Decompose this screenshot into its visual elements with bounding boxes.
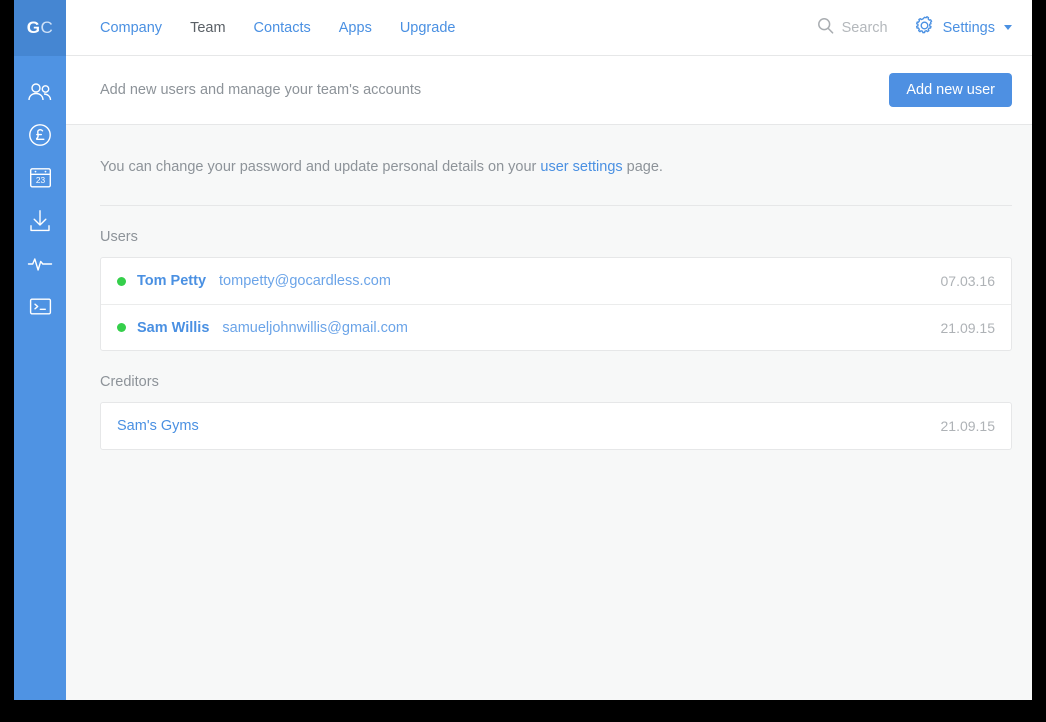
- logo-letter-g: G: [26, 18, 41, 37]
- add-new-user-button[interactable]: Add new user: [889, 73, 1012, 107]
- sidebar-item-developer[interactable]: [14, 285, 66, 328]
- main-column: Company Team Contacts Apps Upgrade Searc…: [66, 0, 1032, 700]
- sidebar-item-exports[interactable]: [14, 199, 66, 242]
- creditor-name: Sam's Gyms: [117, 418, 199, 434]
- user-email: samueljohnwillis@gmail.com: [222, 319, 408, 336]
- logo-letter-c: C: [40, 18, 54, 37]
- nav-right-group: Search Settings: [817, 15, 1012, 41]
- table-row[interactable]: Tom Petty tompetty@gocardless.com 07.03.…: [101, 258, 1011, 304]
- user-name: Sam Willis: [137, 319, 210, 336]
- icon-sidebar: GC 23: [14, 0, 66, 700]
- svg-text:23: 23: [35, 175, 45, 185]
- nav-link-upgrade[interactable]: Upgrade: [400, 20, 456, 36]
- user-settings-link[interactable]: user settings: [540, 159, 622, 175]
- table-row[interactable]: Sam's Gyms 21.09.15: [101, 403, 1011, 449]
- user-email: tompetty@gocardless.com: [219, 273, 391, 289]
- settings-menu[interactable]: Settings: [914, 15, 1012, 41]
- nav-link-company[interactable]: Company: [100, 20, 162, 36]
- search-placeholder: Search: [841, 19, 888, 36]
- user-date: 07.03.16: [940, 273, 996, 289]
- pound-circle-icon: [28, 123, 52, 147]
- app-logo[interactable]: GC: [14, 0, 66, 56]
- creditor-date: 21.09.15: [940, 418, 996, 434]
- helper-text-before: You can change your password and update …: [100, 159, 541, 175]
- user-name: Tom Petty: [137, 273, 207, 289]
- creditors-section-title: Creditors: [100, 374, 159, 390]
- users-icon: [27, 82, 53, 102]
- users-section-title: Users: [100, 229, 138, 245]
- helper-text: You can change your password and update …: [100, 125, 1012, 175]
- calendar-23-icon: 23: [29, 166, 52, 189]
- user-date: 21.09.15: [940, 319, 996, 336]
- nav-link-contacts[interactable]: Contacts: [254, 20, 311, 36]
- sidebar-item-users[interactable]: [14, 70, 66, 113]
- nav-link-team[interactable]: Team: [190, 20, 225, 36]
- sidebar-item-payments[interactable]: [14, 113, 66, 156]
- search-input[interactable]: Search: [817, 17, 888, 39]
- nav-link-apps[interactable]: Apps: [339, 20, 372, 36]
- sidebar-item-activity[interactable]: [14, 242, 66, 285]
- terminal-icon: [29, 297, 52, 316]
- top-navigation: Company Team Contacts Apps Upgrade Searc…: [66, 0, 1032, 56]
- section-divider: [100, 205, 1012, 206]
- subheader-description: Add new users and manage your team's acc…: [100, 82, 422, 98]
- users-list: Tom Petty tompetty@gocardless.com 07.03.…: [100, 257, 1012, 351]
- status-badge: [117, 276, 126, 286]
- creditors-list: Sam's Gyms 21.09.15: [100, 402, 1012, 450]
- helper-text-after: page.: [622, 159, 663, 175]
- status-badge: [117, 323, 126, 332]
- search-icon: [817, 17, 834, 39]
- activity-pulse-icon: [27, 254, 53, 274]
- download-icon: [29, 209, 51, 233]
- settings-label: Settings: [942, 19, 995, 36]
- page-content: You can change your password and update …: [66, 125, 1032, 700]
- nav-link-group: Company Team Contacts Apps Upgrade: [100, 20, 455, 36]
- app-window: GC 23 Company Team Contacts Apps Upgrade…: [14, 0, 1032, 700]
- sidebar-icon-list: 23: [14, 56, 66, 328]
- sidebar-item-schedule[interactable]: 23: [14, 156, 66, 199]
- chevron-down-icon: [1004, 25, 1012, 30]
- table-row[interactable]: Sam Willis samueljohnwillis@gmail.com 21…: [101, 304, 1011, 350]
- gear-icon: [914, 15, 935, 41]
- page-subheader: Add new users and manage your team's acc…: [66, 56, 1032, 125]
